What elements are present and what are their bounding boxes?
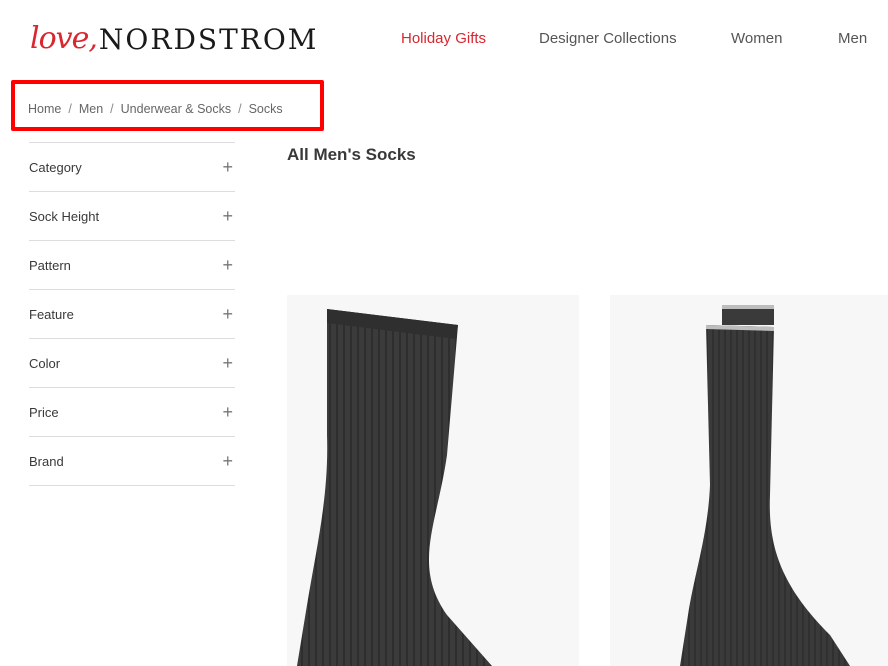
facet-label: Color <box>29 355 61 371</box>
breadcrumb-socks[interactable]: Socks <box>249 102 283 116</box>
plus-icon: + <box>222 401 233 422</box>
facet-price[interactable]: Price + <box>29 388 235 437</box>
facet-pattern[interactable]: Pattern + <box>29 241 235 290</box>
breadcrumb-separator: / <box>110 102 114 116</box>
facet-label: Sock Height <box>29 208 100 224</box>
filter-sidebar: Category + Sock Height + Pattern + Featu… <box>29 142 235 486</box>
facet-label: Category <box>29 159 82 175</box>
breadcrumb-separator: / <box>238 102 242 116</box>
plus-icon: + <box>222 254 233 275</box>
plus-icon: + <box>222 352 233 373</box>
logo-script: love, <box>30 21 98 56</box>
breadcrumb-men[interactable]: Men <box>79 102 103 116</box>
facet-label: Feature <box>29 306 74 322</box>
nav-women[interactable]: Women <box>731 30 782 47</box>
plus-icon: + <box>222 303 233 324</box>
facet-label: Brand <box>29 453 64 469</box>
facet-brand[interactable]: Brand + <box>29 437 235 486</box>
facet-color[interactable]: Color + <box>29 339 235 388</box>
nordstrom-logo[interactable]: love, NORDSTROM <box>30 14 318 54</box>
nav-holiday-gifts[interactable]: Holiday Gifts <box>401 30 486 47</box>
sock-image <box>680 305 850 666</box>
breadcrumb-separator: / <box>68 102 72 116</box>
plus-icon: + <box>222 450 233 471</box>
plus-icon: + <box>222 156 233 177</box>
breadcrumb-underwear-socks[interactable]: Underwear & Socks <box>121 102 231 116</box>
facet-label: Pattern <box>29 257 71 273</box>
facet-label: Price <box>29 404 59 420</box>
facet-category[interactable]: Category + <box>29 143 235 192</box>
sock-image <box>297 309 492 666</box>
facet-sock-height[interactable]: Sock Height + <box>29 192 235 241</box>
facet-feature[interactable]: Feature + <box>29 290 235 339</box>
nav-men[interactable]: Men <box>838 30 867 47</box>
product-image-ribbed-crew-sock[interactable] <box>287 295 579 666</box>
page-title: All Men's Socks <box>287 145 416 164</box>
breadcrumb-home[interactable]: Home <box>28 102 61 116</box>
plus-icon: + <box>222 205 233 226</box>
product-image-over-calf-sock[interactable] <box>610 295 888 666</box>
breadcrumb: Home / Men / Underwear & Socks / Socks <box>28 102 283 116</box>
nav-designer-collections[interactable]: Designer Collections <box>539 30 677 47</box>
logo-wordmark: NORDSTROM <box>98 23 319 56</box>
